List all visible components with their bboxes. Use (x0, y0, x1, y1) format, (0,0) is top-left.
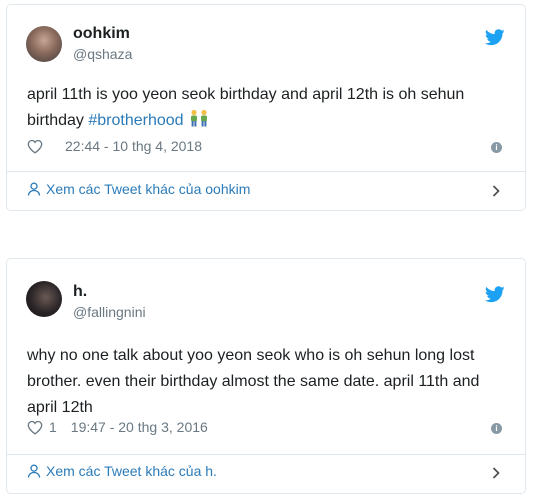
person-icon (27, 464, 41, 478)
heart-outline-icon[interactable] (27, 420, 43, 435)
like-count: 1 (49, 419, 57, 435)
tweet-card: oohkim @qshaza april 11th is yoo yeon se… (6, 4, 526, 211)
more-tweets-link[interactable]: Xem các Tweet khác của h. (27, 463, 505, 479)
info-icon[interactable]: i (491, 142, 502, 153)
info-icon[interactable]: i (491, 423, 502, 434)
heart-outline-icon[interactable] (27, 139, 43, 154)
chevron-right-icon[interactable] (492, 467, 501, 479)
display-name[interactable]: oohkim (73, 25, 130, 43)
tweet-text: why no one talk about yoo yeon seok who … (27, 347, 480, 416)
tweet-meta: 1 19:47 - 20 thg 3, 2016 (27, 419, 208, 435)
divider (7, 171, 525, 172)
tweet-text: april 11th is yoo yeon seok birthday and… (27, 82, 507, 134)
more-tweets-label[interactable]: Xem các Tweet khác của oohkim (46, 181, 250, 197)
twitter-bird-icon[interactable] (485, 286, 505, 303)
user-handle[interactable]: @qshaza (73, 46, 132, 62)
avatar[interactable] (26, 281, 62, 317)
twitter-bird-icon[interactable] (485, 29, 505, 46)
twin-people-emoji (190, 109, 207, 127)
tweet-card: h. @fallingnini why no one talk about yo… (6, 258, 526, 494)
divider (7, 454, 525, 455)
timestamp[interactable]: 22:44 - 10 thg 4, 2018 (65, 138, 202, 154)
chevron-right-icon[interactable] (492, 185, 501, 197)
display-name[interactable]: h. (73, 283, 87, 301)
user-handle[interactable]: @fallingnini (73, 304, 146, 320)
more-tweets-link[interactable]: Xem các Tweet khác của oohkim (27, 181, 505, 197)
tweet-meta: 22:44 - 10 thg 4, 2018 (27, 138, 202, 154)
timestamp[interactable]: 19:47 - 20 thg 3, 2016 (71, 419, 208, 435)
person-icon (27, 182, 41, 196)
avatar[interactable] (26, 26, 62, 62)
more-tweets-label[interactable]: Xem các Tweet khác của h. (46, 463, 217, 479)
hashtag-link[interactable]: #brotherhood (88, 112, 183, 129)
